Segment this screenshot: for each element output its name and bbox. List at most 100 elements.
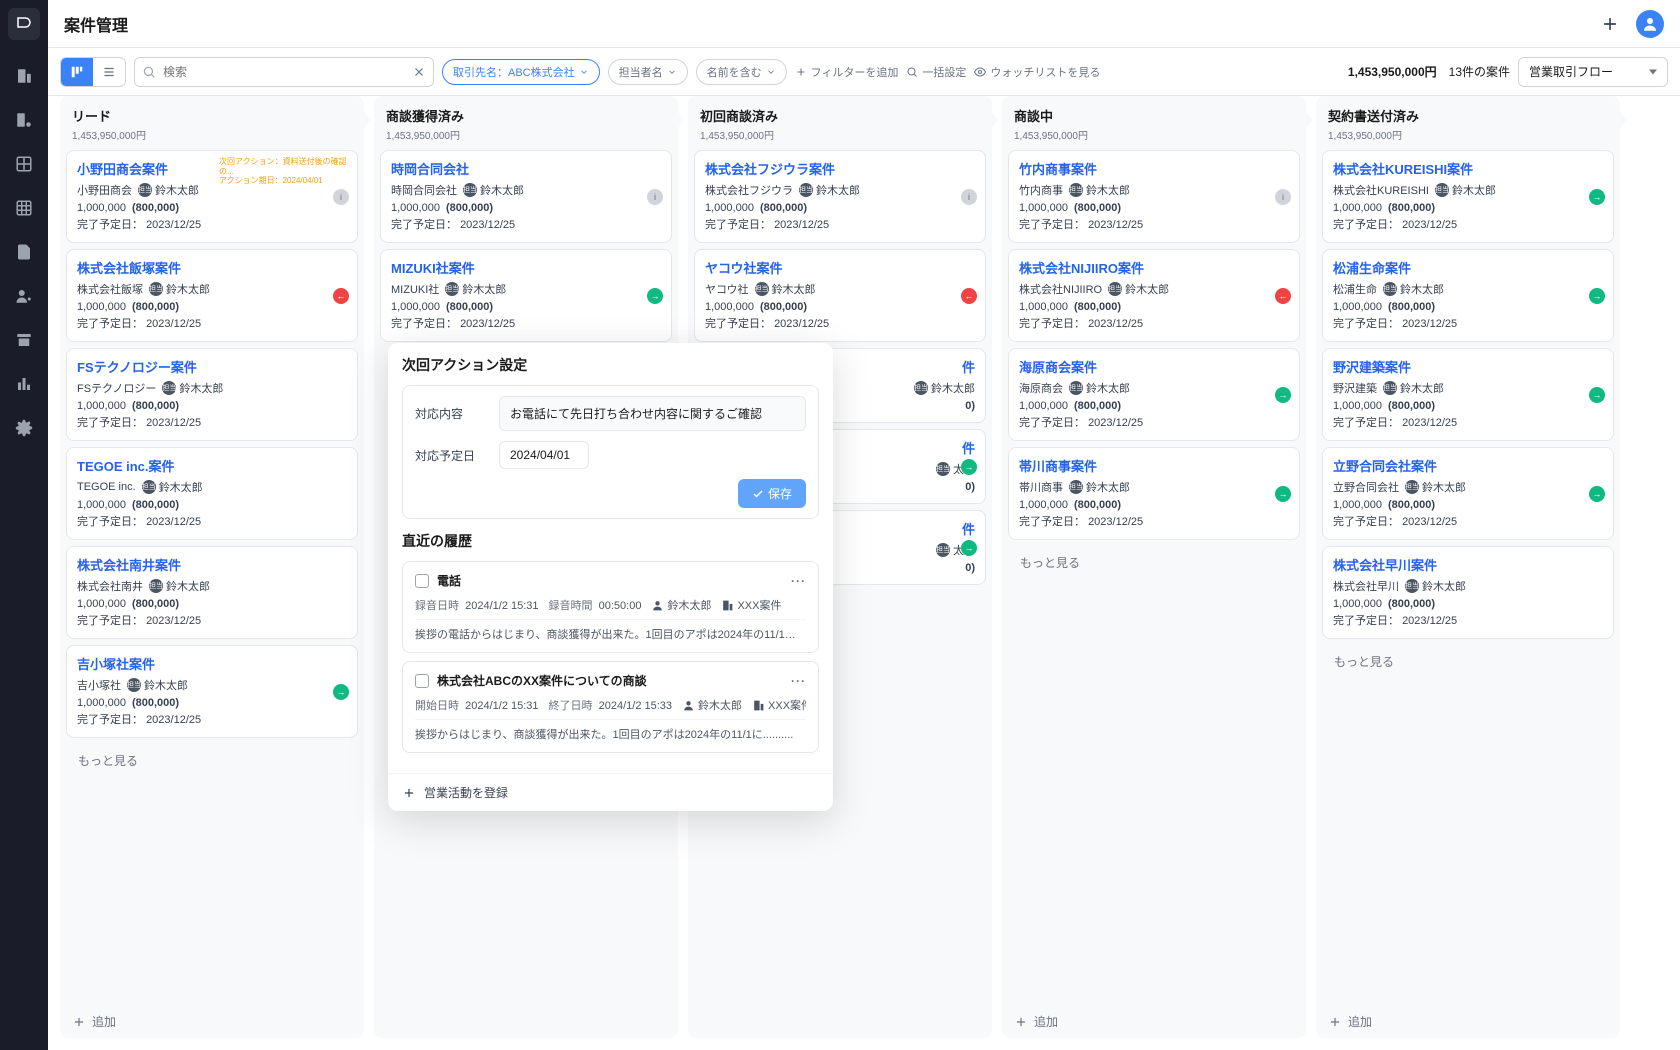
card-due: 2023/12/25 <box>1088 318 1143 330</box>
card-due: 2023/12/25 <box>460 318 515 330</box>
deal-card[interactable]: 株式会社フジウラ案件 株式会社フジウラ 担当鈴木太郎 1,000,000(800… <box>694 150 986 243</box>
deal-card[interactable]: 株式会社早川案件 株式会社早川 担当鈴木太郎 1,000,000(800,000… <box>1322 546 1614 639</box>
card-company: 野沢建築 <box>1333 380 1377 396</box>
clear-icon[interactable] <box>412 65 426 79</box>
nav-analytics[interactable] <box>0 364 48 404</box>
history-meta: 開始日時 2024/1/2 15:31終了日時 2024/1/2 15:33 鈴… <box>415 697 806 713</box>
nav-grid[interactable] <box>0 188 48 228</box>
owner-avatar: 担当 <box>1069 381 1083 395</box>
user-avatar[interactable] <box>1636 10 1664 38</box>
owner-avatar: 担当 <box>936 462 950 476</box>
deal-card[interactable]: 株式会社KUREISHI案件 株式会社KUREISHI 担当鈴木太郎 1,000… <box>1322 150 1614 243</box>
card-paren: (800,000) <box>132 499 179 511</box>
deal-card[interactable]: 株式会社南井案件 株式会社南井 担当鈴木太郎 1,000,000(800,000… <box>66 546 358 639</box>
card-amount: 1,000,000 <box>77 202 126 214</box>
kanban-board: リード 1,453,950,000円 次回アクション：資料送付後の確認の...ア… <box>48 96 1680 1050</box>
status-indicator-green: → <box>961 540 977 556</box>
filter-chip-owner[interactable]: 担当者名 <box>608 59 688 85</box>
add-filter-button[interactable]: フィルターを追加 <box>795 64 899 80</box>
show-more-link[interactable]: もっと見る <box>66 744 358 777</box>
toolbar-summary: 1,453,950,000円 13件の案件 <box>1348 63 1510 80</box>
owner-avatar: 担当 <box>1383 282 1397 296</box>
card-due: 2023/12/25 <box>1088 516 1143 528</box>
content-input[interactable]: お電話にて先日打ち合わせ内容に関するご確認 <box>499 396 806 431</box>
deal-card[interactable]: 海原商会案件 海原商会 担当鈴木太郎 1,000,000(800,000) 完了… <box>1008 348 1300 441</box>
deal-card[interactable]: 株式会社飯塚案件 株式会社飯塚 担当鈴木太郎 1,000,000(800,000… <box>66 249 358 342</box>
building-icon <box>752 699 765 712</box>
deal-card[interactable]: 次回アクション：資料送付後の確認の...アクション期日：2024/04/01 小… <box>66 150 358 243</box>
card-amount: 1,000,000 <box>1019 400 1068 412</box>
add-card-link[interactable]: 追加 <box>1316 1005 1620 1038</box>
deal-card[interactable]: 竹内商事案件 竹内商事 担当鈴木太郎 1,000,000(800,000) 完了… <box>1008 150 1300 243</box>
card-due: 2023/12/25 <box>774 219 829 231</box>
history-checkbox[interactable] <box>415 674 429 688</box>
column-amount: 1,453,950,000円 <box>72 127 352 142</box>
history-item[interactable]: 電話 ··· 録音日時 2024/1/2 15:31録音時間 00:50:00 … <box>402 561 819 653</box>
nav-archive[interactable] <box>0 320 48 360</box>
owner-avatar: 担当 <box>936 543 950 557</box>
deal-card[interactable]: 帯川商事案件 帯川商事 担当鈴木太郎 1,000,000(800,000) 完了… <box>1008 447 1300 540</box>
register-activity-button[interactable]: 営業活動を登録 <box>388 773 833 811</box>
card-amount: 1,000,000 <box>1019 202 1068 214</box>
card-paren: (800,000) <box>446 202 493 214</box>
owner-avatar: 担当 <box>799 183 813 197</box>
add-button[interactable] <box>1596 10 1624 38</box>
nav-company-settings[interactable] <box>0 100 48 140</box>
watchlist-button[interactable]: ウォッチリストを見る <box>974 64 1100 80</box>
card-due: 2023/12/25 <box>1402 615 1457 627</box>
card-company: ヤコウ社 <box>705 281 749 297</box>
popover-action-title: 次回アクション設定 <box>402 355 819 375</box>
status-indicator-green: → <box>647 288 663 304</box>
deal-card[interactable]: MIZUKI社案件 MIZUKI社 担当鈴木太郎 1,000,000(800,0… <box>380 249 672 342</box>
deal-card[interactable]: 株式会社NIJIIRO案件 株式会社NIJIIRO 担当鈴木太郎 1,000,0… <box>1008 249 1300 342</box>
info-indicator: i <box>961 189 977 205</box>
filter-chip-name[interactable]: 名前を含む <box>696 59 787 85</box>
owner-avatar: 担当 <box>1405 480 1419 494</box>
deal-card[interactable]: 野沢建築案件 野沢建築 担当鈴木太郎 1,000,000(800,000) 完了… <box>1322 348 1614 441</box>
card-paren: (800,000) <box>132 400 179 412</box>
add-card-link[interactable]: 追加 <box>60 1005 364 1038</box>
history-more-icon[interactable]: ··· <box>791 574 806 588</box>
view-list[interactable] <box>93 58 125 86</box>
deal-card[interactable]: 時岡合同会社 時岡合同会社 担当鈴木太郎 1,000,000(800,000) … <box>380 150 672 243</box>
card-owner: 鈴木太郎 <box>166 281 210 297</box>
history-checkbox[interactable] <box>415 574 429 588</box>
history-item[interactable]: 株式会社ABCのXX案件についての商談 ··· 開始日時 2024/1/2 15… <box>402 661 819 753</box>
card-amount: 1,000,000 <box>1333 499 1382 511</box>
nav-settings[interactable] <box>0 408 48 448</box>
search-input[interactable] <box>134 57 434 87</box>
save-button[interactable]: 保存 <box>738 479 806 508</box>
date-input[interactable]: 2024/04/01 <box>499 441 589 469</box>
show-more-link[interactable]: もっと見る <box>1322 645 1614 678</box>
deal-card[interactable]: 立野合同会社案件 立野合同会社 担当鈴木太郎 1,000,000(800,000… <box>1322 447 1614 540</box>
add-card-link[interactable]: 追加 <box>1002 1005 1306 1038</box>
history-body: 挨拶の電話からはじまり、商談獲得が出来た。1回目のアポは2024年の11/1に.… <box>415 619 806 642</box>
card-owner: 鈴木太郎 <box>1400 380 1444 396</box>
deal-card[interactable]: ヤコウ社案件 ヤコウ社 担当鈴木太郎 1,000,000(800,000) 完了… <box>694 249 986 342</box>
column-title: 初回商談済み <box>700 106 980 125</box>
status-indicator-green: → <box>1589 189 1605 205</box>
deal-card[interactable]: TEGOE inc.案件 TEGOE inc. 担当鈴木太郎 1,000,000… <box>66 447 358 540</box>
card-title: 件 <box>870 519 975 538</box>
show-more-link[interactable]: もっと見る <box>1008 546 1300 579</box>
deal-card[interactable]: 吉小塚社案件 吉小塚社 担当鈴木太郎 1,000,000(800,000) 完了… <box>66 645 358 738</box>
deal-card[interactable]: FSテクノロジー案件 FSテクノロジー 担当鈴木太郎 1,000,000(800… <box>66 348 358 441</box>
filter-chip-client[interactable]: 取引先名：ABC株式会社 <box>442 59 600 85</box>
bulk-config-button[interactable]: 一括設定 <box>906 64 966 80</box>
nav-table[interactable] <box>0 144 48 184</box>
view-kanban[interactable] <box>61 58 93 86</box>
card-due-label: 完了予定日： <box>1019 318 1085 330</box>
card-title: 株式会社南井案件 <box>77 555 347 574</box>
nav-company[interactable] <box>0 56 48 96</box>
deal-card[interactable]: 松浦生命案件 松浦生命 担当鈴木太郎 1,000,000(800,000) 完了… <box>1322 249 1614 342</box>
card-paren: (800,000) <box>132 301 179 313</box>
card-due-label: 完了予定日： <box>1019 219 1085 231</box>
nav-users[interactable] <box>0 276 48 316</box>
card-company: 帯川商事 <box>1019 479 1063 495</box>
flow-select[interactable]: 営業取引フロー <box>1518 57 1668 87</box>
status-indicator-green: → <box>961 459 977 475</box>
header: 案件管理 <box>48 0 1680 48</box>
nav-document[interactable] <box>0 232 48 272</box>
column-amount: 1,453,950,000円 <box>386 127 666 142</box>
history-more-icon[interactable]: ··· <box>791 674 806 688</box>
